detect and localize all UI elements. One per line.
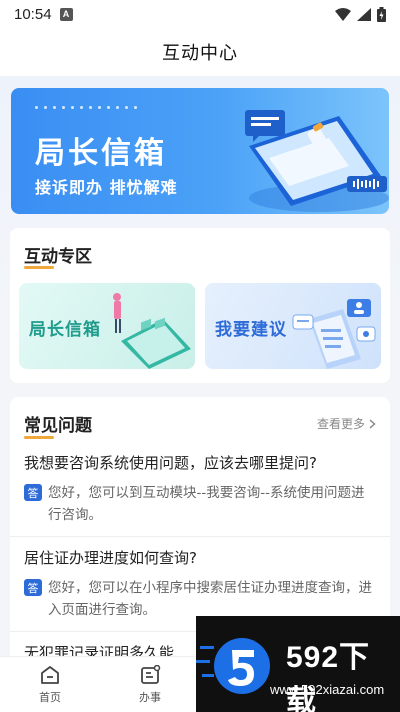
watermark-logo: 592下载 www.592xiazai.com [196,616,400,712]
watermark-text: 592下载 [286,641,371,712]
faq-answer-row: 答 您好，您可以到互动模块--我要咨询--系统使用问题进行咨询。 [24,482,376,526]
phone-mail-illustration [245,110,389,212]
faq-more-label: 查看更多 [316,417,365,431]
faq-question: 居住证办理进度如何查询? [24,549,197,567]
faq-title: 常见问题 [24,411,92,439]
main-content[interactable]: 局长信箱 接诉即办 排忧解难 互动专区 局长信箱 我要建议 常见问题 查看更多 … [0,76,400,656]
wifi-icon [335,7,351,21]
faq-answer-row: 答 您好，您可以在小程序中搜索居住证办理进度查询，进入页面进行查询。 [24,577,376,621]
page-title: 互动中心 [162,43,238,64]
zone-title: 互动专区 [10,228,106,269]
services-icon [141,664,161,684]
faq-answer: 您好，您可以到互动模块--我要咨询--系统使用问题进行咨询。 [48,485,365,523]
tile-label: 局长信箱 [29,320,101,340]
tab-services[interactable]: 办事 [100,657,200,712]
status-time: 10:54 [14,5,52,23]
faq-item[interactable]: 我想要咨询系统使用问题，应该去哪里提问? 答 您好，您可以到互动模块--我要咨询… [10,442,390,537]
watermark-5-logo [196,638,270,694]
tile-director-mailbox[interactable]: 局长信箱 [19,283,195,369]
faq-question: 我想要咨询系统使用问题，应该去哪里提问? [24,454,317,472]
signal-icon [357,7,371,21]
status-bar: 10:54 A [0,0,400,28]
tab-label: 办事 [139,690,161,704]
banner-dots [35,106,137,109]
tab-home[interactable]: 首页 [0,657,100,712]
faq-answer: 您好，您可以在小程序中搜索居住证办理进度查询，进入页面进行查询。 [48,580,372,618]
watermark-url: www.592xiazai.com [270,682,385,697]
banner-subtitle: 接诉即办 排忧解难 [35,178,178,197]
battery-icon [377,6,386,22]
answer-badge: 答 [24,484,42,501]
faq-more-link[interactable]: 查看更多 [317,415,376,432]
zone-tiles: 局长信箱 我要建议 [10,267,390,383]
notification-icon: A [59,7,73,21]
banner-director-mailbox[interactable]: 局长信箱 接诉即办 排忧解难 [11,88,389,214]
status-icons [335,6,386,22]
suggestion-illustration [292,299,376,369]
tile-label: 我要建议 [215,320,287,340]
tile-my-suggestion[interactable]: 我要建议 [205,283,381,369]
app-header: 互动中心 [0,28,400,76]
answer-badge: 答 [24,579,42,596]
tab-label: 首页 [39,690,61,704]
banner-title: 局长信箱 [35,136,167,171]
chevron-right-icon [369,418,376,429]
faq-header: 常见问题 查看更多 [10,397,390,442]
home-icon [41,665,59,684]
interaction-zone-card: 互动专区 局长信箱 我要建议 [10,228,390,383]
mailbox-illustration [113,293,191,369]
